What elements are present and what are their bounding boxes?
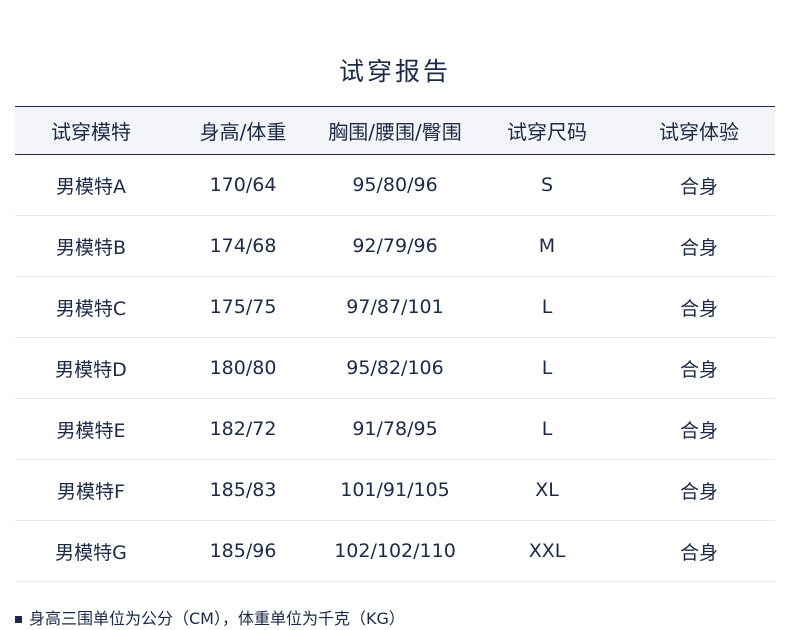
cell-size: L [471, 398, 623, 460]
cell-height-weight: 175/75 [167, 276, 319, 338]
report-title: 试穿报告 [338, 57, 451, 86]
header-size: 试穿尺码 [507, 120, 587, 144]
cell-model: 男模特A [15, 154, 167, 216]
cell-model: 男模特B [15, 215, 167, 277]
cell-measurements: 91/78/95 [319, 398, 471, 460]
cell-size: XL [471, 459, 623, 521]
cell-measurements: 97/87/101 [319, 276, 471, 338]
cell-size: L [471, 337, 623, 399]
cell-experience: 合身 [623, 459, 775, 521]
cell-height-weight: 180/80 [167, 337, 319, 399]
cell-model: 男模特C [15, 276, 167, 338]
cell-height-weight: 182/72 [167, 398, 319, 460]
table-row: 男模特F 185/83 101/91/105 XL 合身 [15, 459, 775, 521]
table-body: 男模特A 170/64 95/80/96 S 合身 男模特B 174/68 92… [15, 154, 775, 582]
cell-measurements: 101/91/105 [319, 459, 471, 521]
table-row: 男模特G 185/96 102/102/110 XXL 合身 [15, 520, 775, 582]
cell-model: 男模特F [15, 459, 167, 521]
cell-experience: 合身 [623, 337, 775, 399]
header-height-weight: 身高/体重 [199, 120, 287, 144]
table-row: 男模特E 182/72 91/78/95 L 合身 [15, 398, 775, 460]
header-experience: 试穿体验 [659, 120, 739, 144]
cell-model: 男模特D [15, 337, 167, 399]
square-bullet-icon [15, 615, 22, 623]
table-row: 男模特B 174/68 92/79/96 M 合身 [15, 215, 775, 277]
cell-model: 男模特G [15, 520, 167, 582]
cell-measurements: 95/80/96 [319, 154, 471, 216]
cell-model: 男模特E [15, 398, 167, 460]
header-row: 试穿模特 身高/体重 胸围/腰围/臀围 试穿尺码 试穿体验 [15, 106, 775, 155]
cell-experience: 合身 [623, 154, 775, 216]
cell-experience: 合身 [623, 398, 775, 460]
table-header: 试穿模特 身高/体重 胸围/腰围/臀围 试穿尺码 试穿体验 [15, 106, 775, 155]
cell-measurements: 92/79/96 [319, 215, 471, 277]
cell-experience: 合身 [623, 520, 775, 582]
header-measurements: 胸围/腰围/臀围 [328, 120, 462, 144]
fit-report-table: 试穿模特 身高/体重 胸围/腰围/臀围 试穿尺码 试穿体验 男模特A 170/6… [15, 106, 775, 582]
table-row: 男模特C 175/75 97/87/101 L 合身 [15, 276, 775, 338]
header-model: 试穿模特 [51, 120, 131, 144]
cell-experience: 合身 [623, 276, 775, 338]
cell-height-weight: 170/64 [167, 154, 319, 216]
cell-size: M [471, 215, 623, 277]
cell-size: L [471, 276, 623, 338]
units-note-text: 身高三围单位为公分（CM），体重单位为千克（KG） [29, 609, 405, 628]
cell-height-weight: 185/83 [167, 459, 319, 521]
table-row: 男模特A 170/64 95/80/96 S 合身 [15, 154, 775, 216]
cell-size: S [471, 154, 623, 216]
units-note: 身高三围单位为公分（CM），体重单位为千克（KG） [15, 608, 405, 630]
cell-height-weight: 185/96 [167, 520, 319, 582]
cell-measurements: 102/102/110 [319, 520, 471, 582]
table-row: 男模特D 180/80 95/82/106 L 合身 [15, 337, 775, 399]
cell-experience: 合身 [623, 215, 775, 277]
cell-size: XXL [471, 520, 623, 582]
cell-measurements: 95/82/106 [319, 337, 471, 399]
cell-height-weight: 174/68 [167, 215, 319, 277]
